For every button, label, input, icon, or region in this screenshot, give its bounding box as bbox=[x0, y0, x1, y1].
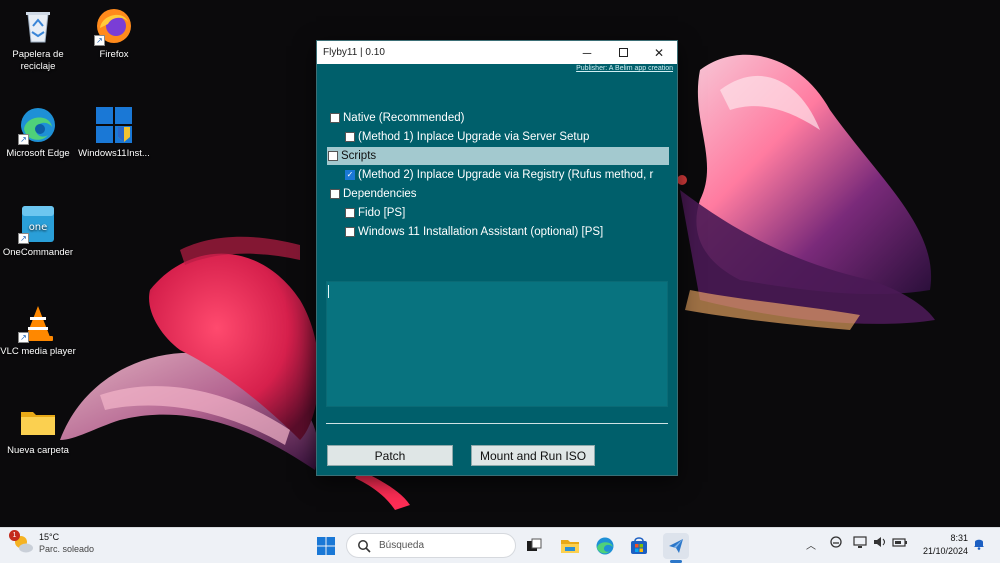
mount-and-run-iso-button[interactable]: Mount and Run ISO bbox=[471, 445, 595, 466]
flyby11-paper-plane-icon bbox=[669, 539, 683, 553]
desktop-icon-label: Nueva carpeta bbox=[7, 445, 69, 456]
chevron-up-icon: ︿ bbox=[806, 541, 816, 552]
close-button[interactable]: ✕ bbox=[641, 41, 677, 64]
option-method2[interactable]: ✓ (Method 2) Inplace Upgrade via Registr… bbox=[345, 166, 669, 184]
installation-assistant-checkbox[interactable] bbox=[345, 227, 355, 237]
option-native[interactable]: Native (Recommended) bbox=[330, 109, 464, 127]
vlc-icon: ↗ bbox=[18, 303, 58, 343]
desktop-icon-label: Microsoft Edge bbox=[6, 148, 70, 159]
desktop-icon-label: Papelera de reciclaje bbox=[12, 49, 64, 72]
maximize-button[interactable] bbox=[605, 41, 641, 64]
windows-installer-icon bbox=[94, 105, 134, 145]
edge-icon bbox=[596, 537, 614, 555]
desktop-icon-firefox[interactable]: ↗ Firefox bbox=[76, 6, 152, 61]
weather-temperature: 15°C bbox=[39, 532, 60, 542]
task-view-icon bbox=[527, 538, 542, 551]
onecommander-icon: one ↗ bbox=[18, 204, 58, 244]
notifications-button[interactable] bbox=[972, 536, 986, 553]
edge-icon: ↗ bbox=[18, 105, 58, 145]
option-scripts[interactable]: Scripts bbox=[327, 147, 669, 165]
publisher-link[interactable]: Publisher: A Belim app creation bbox=[576, 65, 673, 72]
option-label: (Method 2) Inplace Upgrade via Registry … bbox=[358, 169, 654, 181]
taskbar: 1 15°C Parc. soleado Búsqueda ︿ 8:31 21/… bbox=[0, 527, 1000, 563]
desktop-icon-onecommander[interactable]: one ↗ OneCommander bbox=[0, 204, 76, 259]
show-hidden-icons-button[interactable]: ︿ bbox=[806, 537, 816, 552]
shortcut-arrow-icon: ↗ bbox=[18, 332, 29, 343]
desktop-icon-windows11-installer[interactable]: Windows11Inst... bbox=[76, 105, 152, 160]
dependencies-checkbox[interactable] bbox=[330, 189, 340, 199]
folder-icon bbox=[18, 402, 58, 442]
notification-badge: 1 bbox=[9, 529, 20, 541]
tray-network[interactable] bbox=[853, 535, 867, 552]
desktop-icon-edge[interactable]: ↗ Microsoft Edge bbox=[0, 105, 76, 160]
clock-date: 21/10/2024 bbox=[922, 546, 968, 556]
desktop-icon-recycle-bin[interactable]: Papelera de reciclaje bbox=[0, 6, 76, 73]
native-checkbox[interactable] bbox=[330, 113, 340, 123]
firefox-icon: ↗ bbox=[94, 6, 134, 46]
taskbar-file-explorer[interactable] bbox=[557, 533, 583, 559]
option-fido[interactable]: Fido [PS] bbox=[345, 204, 405, 222]
tray-volume[interactable] bbox=[873, 535, 887, 552]
start-button[interactable] bbox=[313, 533, 339, 559]
desktop-icon-vlc[interactable]: ↗ VLC media player bbox=[0, 303, 76, 358]
maximize-icon bbox=[618, 48, 628, 57]
option-label: Scripts bbox=[341, 150, 377, 162]
tray-cloud[interactable] bbox=[829, 535, 843, 552]
option-dependencies[interactable]: Dependencies bbox=[330, 185, 417, 203]
option-label: Native (Recommended) bbox=[343, 112, 465, 124]
minimize-button[interactable]: ─ bbox=[569, 41, 605, 64]
network-icon bbox=[853, 536, 867, 548]
weather-widget[interactable]: 1 15°C Parc. soleado bbox=[9, 529, 95, 555]
desktop-icon-label: Windows11Inst... bbox=[78, 148, 150, 159]
text-caret bbox=[328, 285, 329, 298]
volume-icon bbox=[874, 537, 886, 547]
log-output-textbox[interactable] bbox=[326, 281, 668, 407]
weather-condition: Parc. soleado bbox=[39, 544, 95, 554]
battery-icon bbox=[892, 538, 907, 547]
shortcut-arrow-icon: ↗ bbox=[18, 134, 29, 145]
search-icon bbox=[358, 539, 371, 553]
tray-battery[interactable] bbox=[892, 535, 908, 552]
cloud-sync-icon bbox=[830, 536, 842, 548]
file-explorer-icon bbox=[561, 540, 579, 553]
window-title: Flyby11 | 0.10 bbox=[323, 47, 385, 58]
search-placeholder: Búsqueda bbox=[379, 540, 425, 551]
close-icon: ✕ bbox=[653, 45, 665, 60]
fido-checkbox[interactable] bbox=[345, 208, 355, 218]
window-titlebar[interactable]: Flyby11 | 0.10 ─ ✕ bbox=[317, 41, 677, 64]
partly-sunny-icon: 1 bbox=[9, 529, 34, 555]
shortcut-arrow-icon: ↗ bbox=[94, 35, 105, 46]
patch-button[interactable]: Patch bbox=[327, 445, 453, 466]
scripts-checkbox[interactable] bbox=[328, 151, 338, 161]
windows-start-icon bbox=[317, 537, 335, 555]
option-label: (Method 1) Inplace Upgrade via Server Se… bbox=[358, 131, 590, 143]
recycle-bin-icon bbox=[18, 6, 58, 46]
taskbar-clock[interactable]: 8:31 21/10/2024 bbox=[923, 532, 968, 558]
method1-checkbox[interactable] bbox=[345, 132, 355, 142]
method2-checkbox[interactable]: ✓ bbox=[345, 170, 355, 180]
taskbar-microsoft-store[interactable] bbox=[626, 533, 652, 559]
taskbar-task-view[interactable] bbox=[521, 533, 547, 559]
desktop-icon-label: OneCommander bbox=[2, 247, 74, 258]
taskbar-flyby11[interactable] bbox=[663, 533, 689, 559]
svg-text:one: one bbox=[29, 222, 48, 233]
taskbar-edge[interactable] bbox=[592, 533, 618, 559]
separator-line bbox=[326, 423, 668, 424]
flyby11-window[interactable]: Flyby11 | 0.10 ─ ✕ Publisher: A Belim ap… bbox=[316, 40, 678, 476]
desktop-icon-label: VLC media player bbox=[0, 346, 76, 357]
desktop-icon-label: Firefox bbox=[99, 49, 129, 60]
taskbar-search-box[interactable]: Búsqueda bbox=[346, 533, 516, 558]
bell-icon bbox=[974, 539, 984, 550]
option-label: Fido [PS] bbox=[358, 207, 406, 219]
option-label: Dependencies bbox=[343, 188, 417, 200]
desktop-icon-new-folder[interactable]: Nueva carpeta bbox=[0, 402, 76, 457]
shortcut-arrow-icon: ↗ bbox=[18, 233, 29, 244]
option-installation-assistant[interactable]: Windows 11 Installation Assistant (optio… bbox=[345, 223, 603, 241]
store-icon bbox=[631, 537, 647, 554]
minimize-icon: ─ bbox=[582, 45, 592, 60]
option-method1[interactable]: (Method 1) Inplace Upgrade via Server Se… bbox=[345, 128, 589, 146]
option-label: Windows 11 Installation Assistant (optio… bbox=[358, 226, 604, 238]
clock-time: 8:31 bbox=[950, 533, 968, 543]
